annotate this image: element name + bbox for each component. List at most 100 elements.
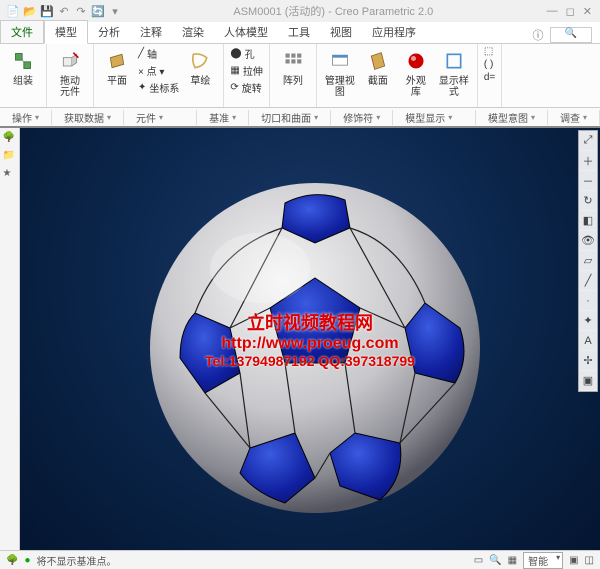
message-icon[interactable]: ●	[24, 555, 30, 566]
select-all-icon[interactable]: ▣	[569, 555, 578, 566]
plane-button[interactable]: 平面	[100, 46, 134, 87]
spin-center-icon[interactable]: ✢	[579, 351, 597, 371]
datum-small-buttons: ╱轴 × 点 ▾ ✦坐标系	[138, 46, 179, 95]
misc1-icon[interactable]: ⬚	[484, 46, 495, 57]
workarea: 🌳 📁 ★	[0, 128, 600, 550]
3d-viewport[interactable]: 立时视频教程网 http://www.proeug.com Tel:137949…	[20, 128, 600, 550]
zoom-in-icon[interactable]: ＋	[579, 151, 597, 171]
status-message: 将不显示基准点。	[37, 553, 117, 568]
section-button[interactable]: 截面	[361, 46, 395, 87]
shade-icon[interactable]: ◧	[579, 211, 597, 231]
revolve-icon: ⟳	[230, 82, 238, 93]
grp-investigate[interactable]: 调查▾	[548, 110, 600, 125]
minimize-icon[interactable]: —	[547, 5, 558, 18]
manage-view-icon	[327, 48, 353, 74]
extrude-button[interactable]: ▦拉伸	[230, 63, 262, 78]
ribbon-group-labels: 操作▾ 获取数据▾ 元件▾ 基准▾ 切口和曲面▾ 修饰符▾ 模型显示▾ 模型意图…	[0, 108, 600, 128]
datum-plane-icon[interactable]: ▱	[579, 251, 597, 271]
appearance-button[interactable]: 外观 库	[399, 46, 433, 98]
perspective-icon[interactable]: ▣	[579, 371, 597, 391]
geom-filter-icon[interactable]: ▦	[508, 555, 517, 566]
revolve-button[interactable]: ⟳旋转	[230, 80, 262, 95]
regenerate-icon[interactable]: 🔄	[91, 4, 105, 18]
star-tab-icon[interactable]: ★	[3, 168, 17, 182]
sketch-button[interactable]: 草绘	[183, 46, 217, 87]
csys-icon: ✦	[138, 82, 146, 93]
titlebar: 📄 📂 💾 ↶ ↷ 🔄 ▾ ASM0001 (活动的) - Creo Param…	[0, 0, 600, 22]
misc3-icon[interactable]: d=	[484, 72, 495, 83]
datum-csys-icon[interactable]: ✦	[579, 311, 597, 331]
sketch-icon	[187, 48, 213, 74]
open-icon[interactable]: 📂	[23, 4, 37, 18]
ribbon: 组装 拖动 元件 平面 ╱轴 × 点 ▾ ✦坐标系 草绘	[0, 44, 600, 108]
undo-icon[interactable]: ↶	[57, 4, 71, 18]
save-icon[interactable]: 💾	[40, 4, 54, 18]
hole-button[interactable]: ⬤孔	[230, 46, 262, 61]
point-button[interactable]: × 点 ▾	[138, 63, 179, 78]
misc-icons: ⬚ ( ) d=	[484, 46, 495, 83]
tab-analysis[interactable]: 分析	[88, 21, 130, 43]
window-controls: — ◻ ✕	[539, 5, 600, 18]
grp-model-display[interactable]: 模型显示▾	[393, 110, 476, 125]
statusbar: 🌳 ● 将不显示基准点。 ▭ 🔍 ▦ 智能 ▣ ◫	[0, 550, 600, 569]
datum-axis-icon[interactable]: ╱	[579, 271, 597, 291]
plane-icon	[104, 48, 130, 74]
file-menu[interactable]: 文件	[0, 20, 44, 43]
windows-icon[interactable]: ▾	[108, 4, 122, 18]
tab-apps[interactable]: 应用程序	[362, 21, 426, 43]
new-icon[interactable]: 📄	[6, 4, 20, 18]
find-icon[interactable]: 🔍	[489, 555, 501, 566]
close-icon[interactable]: ✕	[583, 5, 592, 18]
drag-button[interactable]: 拖动 元件	[53, 46, 87, 98]
tab-render[interactable]: 渲染	[172, 21, 214, 43]
misc2-icon[interactable]: ( )	[484, 59, 495, 70]
highlight-icon[interactable]: ◫	[585, 555, 594, 566]
manage-view-button[interactable]: 管理视图	[323, 46, 357, 98]
soccer-ball-render	[20, 128, 600, 550]
selection-combo[interactable]: 智能	[523, 552, 563, 569]
axis-button[interactable]: ╱轴	[138, 46, 179, 61]
grp-datum[interactable]: 基准▾	[197, 110, 249, 125]
selection-filter-icon[interactable]: ▭	[474, 555, 483, 566]
maximize-icon[interactable]: ◻	[566, 5, 575, 18]
pattern-button[interactable]: 阵列	[276, 46, 310, 87]
grp-modifier[interactable]: 修饰符▾	[331, 110, 393, 125]
help-icon[interactable]: ⓘ	[533, 27, 544, 43]
assemble-button[interactable]: 组装	[6, 46, 40, 87]
left-panel-tabs: 🌳 📁 ★	[0, 128, 20, 550]
grp-operate[interactable]: 操作▾	[0, 110, 52, 125]
tab-manikin[interactable]: 人体模型	[214, 21, 278, 43]
axis-icon: ╱	[138, 48, 144, 59]
redo-icon[interactable]: ↷	[74, 4, 88, 18]
zoom-out-icon[interactable]: －	[579, 171, 597, 191]
folder-tab-icon[interactable]: 📁	[3, 150, 17, 164]
display-style-icon	[441, 48, 467, 74]
csys-button[interactable]: ✦坐标系	[138, 80, 179, 95]
grp-get-data[interactable]: 获取数据▾	[52, 110, 124, 125]
drag-icon	[57, 48, 83, 74]
tab-tools[interactable]: 工具	[278, 21, 320, 43]
window-title: ASM0001 (活动的) - Creo Parametric 2.0	[128, 3, 539, 19]
datum-point-icon[interactable]: ·	[579, 291, 597, 311]
refit-icon[interactable]: ⤢	[579, 131, 597, 151]
grp-component[interactable]: 元件▾	[124, 110, 197, 125]
saved-view-icon[interactable]: 👁	[579, 231, 597, 251]
tree-tab-icon[interactable]: 🌳	[3, 132, 17, 146]
tree-toggle-icon[interactable]: 🌳	[6, 555, 18, 566]
view-toolbar: ⤢ ＋ － ↻ ◧ 👁 ▱ ╱ · ✦ A ✢ ▣	[578, 130, 598, 392]
feature-small-buttons: ⬤孔 ▦拉伸 ⟳旋转	[230, 46, 262, 95]
tab-view[interactable]: 视图	[320, 21, 362, 43]
annotation-icon[interactable]: A	[579, 331, 597, 351]
hole-icon: ⬤	[230, 48, 241, 59]
section-icon	[365, 48, 391, 74]
search-icon[interactable]: 🔍	[550, 27, 592, 43]
grp-cut[interactable]: 切口和曲面▾	[249, 110, 331, 125]
repaint-icon[interactable]: ↻	[579, 191, 597, 211]
tab-model[interactable]: 模型	[44, 20, 88, 44]
menubar: 文件 模型 分析 注释 渲染 人体模型 工具 视图 应用程序 ⓘ 🔍	[0, 22, 600, 44]
display-style-button[interactable]: 显示样 式	[437, 46, 471, 98]
quick-access-toolbar: 📄 📂 💾 ↶ ↷ 🔄 ▾	[0, 4, 128, 18]
tab-annotate[interactable]: 注释	[130, 21, 172, 43]
appearance-icon	[403, 48, 429, 74]
grp-model-intent[interactable]: 模型意图▾	[476, 110, 548, 125]
